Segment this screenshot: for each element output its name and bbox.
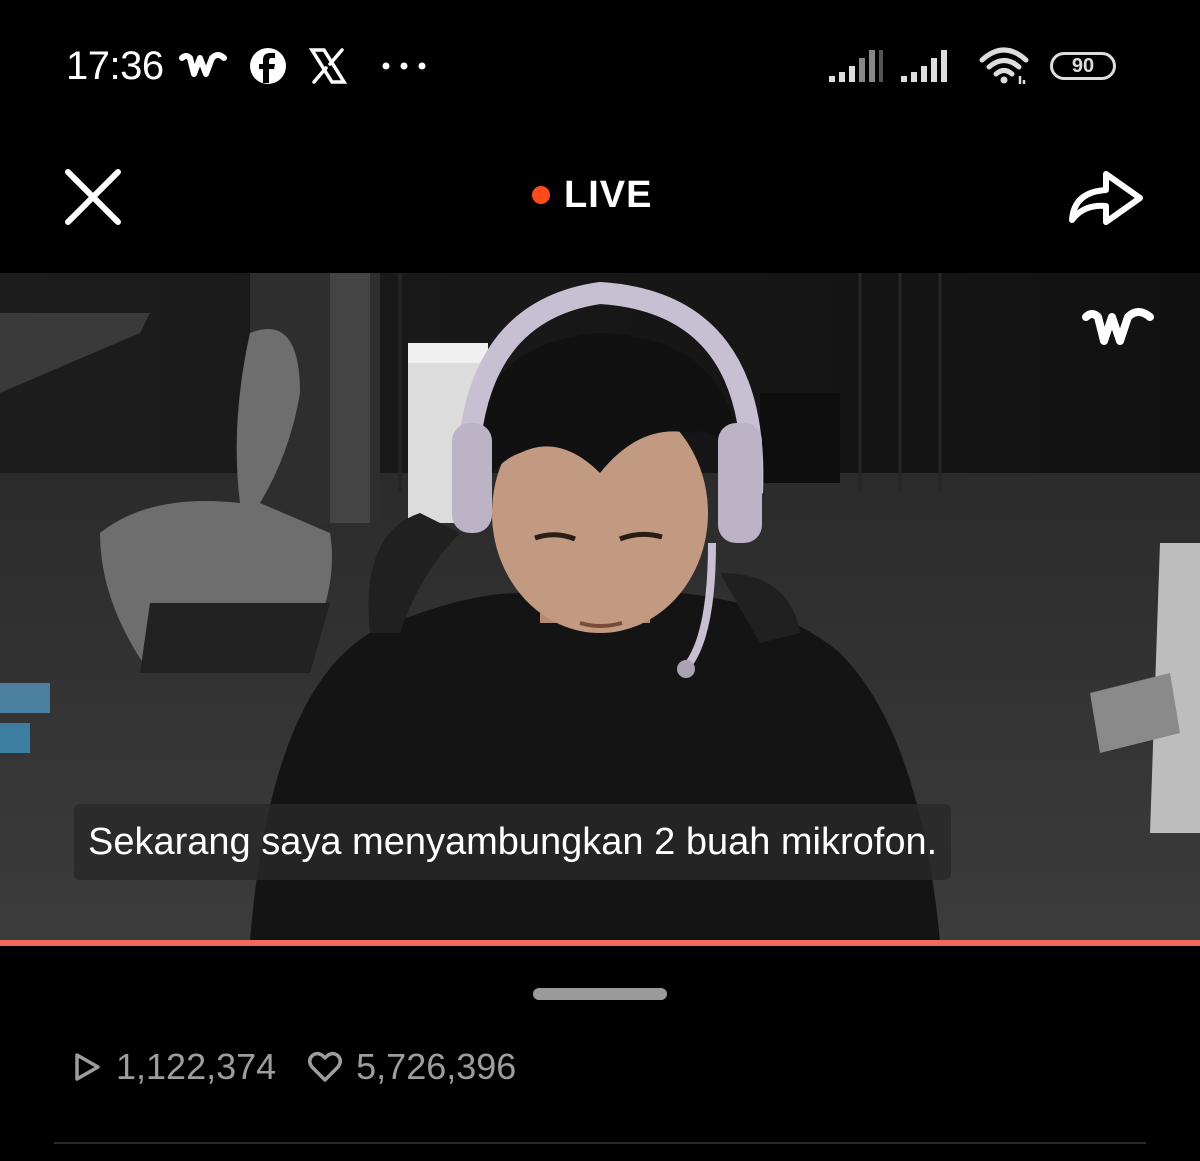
signal-icon-1	[826, 44, 886, 88]
signal-icon-2	[898, 44, 958, 88]
live-label: LIVE	[564, 173, 653, 216]
live-progress-bar	[0, 940, 1200, 946]
close-icon	[65, 169, 121, 225]
status-bar: 17:36 90	[0, 0, 1200, 130]
like-count-value: 5,726,396	[356, 1046, 517, 1087]
x-icon	[306, 44, 350, 88]
weverse-logo-icon	[1082, 308, 1154, 345]
battery-level: 90	[1071, 54, 1095, 77]
play-icon	[75, 1053, 100, 1081]
share-arrow-icon	[1069, 171, 1143, 225]
divider	[54, 1142, 1146, 1144]
wifi-icon	[976, 44, 1032, 88]
sheet-drag-handle[interactable]	[533, 988, 667, 1000]
battery-indicator: 90	[1050, 52, 1116, 80]
live-video-player[interactable]: Sekarang saya menyambungkan 2 buah mikro…	[0, 273, 1200, 941]
video-stats: 1,122,374 5,726,396	[72, 1044, 548, 1090]
live-indicator: LIVE	[532, 170, 652, 220]
more-dots-icon	[380, 44, 428, 88]
play-count: 1,122,374	[72, 1046, 276, 1088]
heart-icon	[308, 1051, 343, 1082]
weverse-watermark	[1080, 303, 1160, 353]
weverse-icon	[176, 44, 232, 88]
status-time: 17:36	[66, 44, 164, 88]
close-button[interactable]	[60, 164, 126, 230]
play-count-value: 1,122,374	[116, 1046, 277, 1087]
facebook-icon	[246, 44, 290, 88]
share-button[interactable]	[1064, 156, 1148, 236]
like-count[interactable]: 5,726,396	[308, 1046, 516, 1088]
live-dot	[532, 186, 550, 204]
subtitle-caption: Sekarang saya menyambungkan 2 buah mikro…	[74, 804, 952, 880]
